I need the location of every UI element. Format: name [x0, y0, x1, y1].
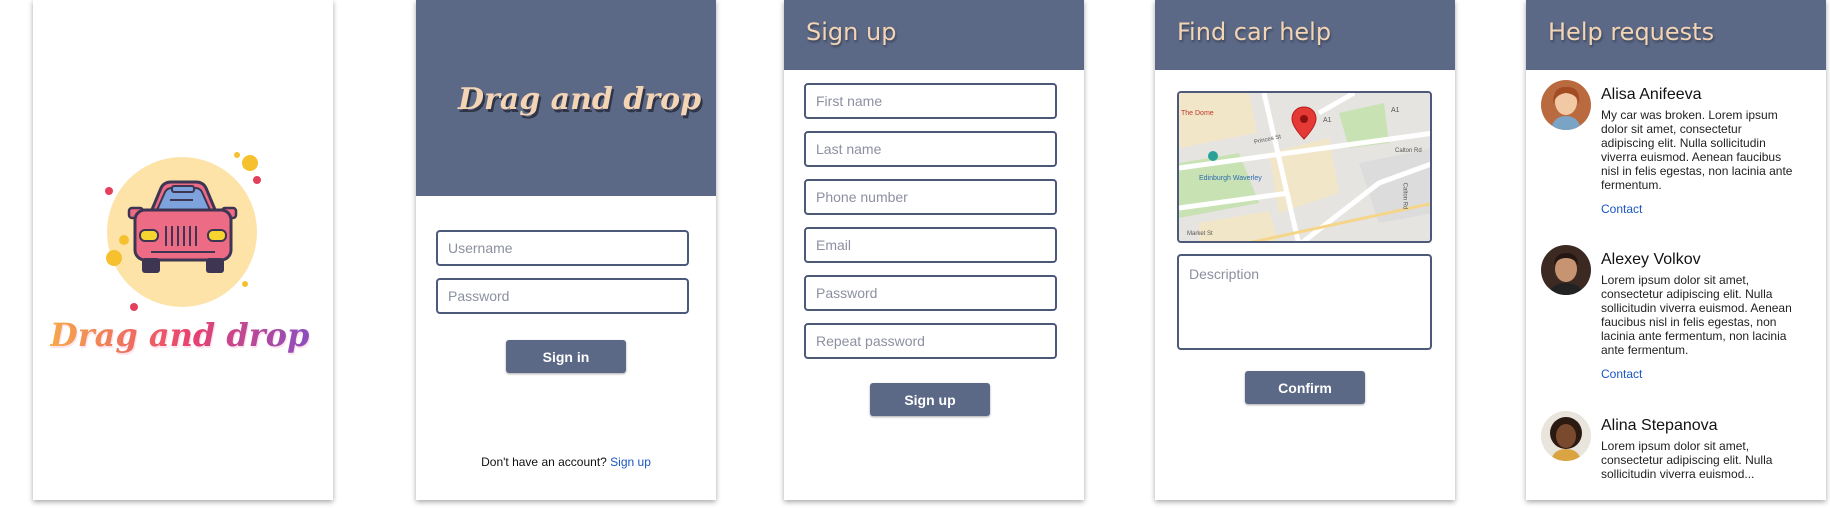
- map-label-calton-rd: Calton Rd: [1395, 148, 1422, 154]
- request-text: Lorem ipsum dolor sit amet, consectetur …: [1601, 439, 1773, 481]
- request-item: Alisa Anifeeva My car was broken. Lorem …: [1541, 80, 1816, 230]
- map-label-the-dome: The Dome: [1181, 110, 1214, 117]
- requests-header: Help requests: [1526, 0, 1826, 70]
- avatar: [1541, 80, 1591, 130]
- last-name-input[interactable]: [804, 131, 1057, 167]
- signup-prompt: Don't have an account? Sign up: [416, 455, 716, 469]
- splash-screen: Drag and drop: [33, 0, 333, 500]
- request-name: Alisa Anifeeva: [1601, 86, 1702, 103]
- map-label-market-st: Market St: [1187, 231, 1213, 237]
- find-help-header: Find car help: [1155, 0, 1455, 70]
- map-label-station: Edinburgh Waverley: [1199, 175, 1262, 182]
- signup-header: Sign up: [784, 0, 1084, 70]
- request-text: Lorem ipsum dolor sit amet, consectetur …: [1601, 273, 1792, 357]
- map-label-a1: A1: [1323, 117, 1332, 124]
- request-item: Alina Stepanova Lorem ipsum dolor sit am…: [1541, 411, 1816, 496]
- phone-input[interactable]: [804, 179, 1057, 215]
- sign-in-button[interactable]: Sign in: [506, 340, 626, 373]
- avatar: [1541, 245, 1591, 295]
- map-label-a1-2: A1: [1391, 107, 1400, 114]
- car-icon: [105, 152, 261, 311]
- username-input[interactable]: [436, 230, 689, 266]
- avatar: [1541, 411, 1591, 461]
- map-label-calton-rd-2: Calton Rd: [1401, 182, 1408, 210]
- find-help-screen: Find car help The Dome Edinburgh Waverle…: [1155, 0, 1455, 500]
- page-title: Sign up: [806, 18, 897, 46]
- password-input[interactable]: [436, 278, 689, 314]
- map-view[interactable]: The Dome Edinburgh Waverley Princes St M…: [1177, 91, 1432, 243]
- request-name: Alexey Volkov: [1601, 251, 1701, 268]
- requests-screen: Help requests Alisa Anifeeva My car was …: [1526, 0, 1826, 500]
- page-title: Find car help: [1177, 18, 1332, 46]
- repeat-password-input[interactable]: [804, 323, 1057, 359]
- signup-screen: Sign up Sign up: [784, 0, 1084, 500]
- contact-link[interactable]: Contact: [1601, 367, 1642, 381]
- description-input[interactable]: [1177, 254, 1432, 350]
- confirm-button[interactable]: Confirm: [1245, 371, 1365, 404]
- request-item: Alexey Volkov Lorem ipsum dolor sit amet…: [1541, 245, 1816, 395]
- contact-link[interactable]: Contact: [1601, 202, 1642, 216]
- sign-up-button[interactable]: Sign up: [870, 383, 990, 416]
- email-input[interactable]: [804, 227, 1057, 263]
- request-text: My car was broken. Lorem ipsum dolor sit…: [1601, 108, 1793, 192]
- login-screen: Drag and drop Sign in Don't have an acco…: [416, 0, 716, 500]
- sign-up-link[interactable]: Sign up: [610, 455, 651, 469]
- no-account-text: Don't have an account?: [481, 455, 607, 469]
- page-title: Help requests: [1548, 18, 1715, 46]
- request-name: Alina Stepanova: [1601, 417, 1718, 434]
- password-input[interactable]: [804, 275, 1057, 311]
- login-brand: Drag and drop: [458, 82, 702, 117]
- splash-brand: Drag and drop: [50, 316, 310, 354]
- first-name-input[interactable]: [804, 83, 1057, 119]
